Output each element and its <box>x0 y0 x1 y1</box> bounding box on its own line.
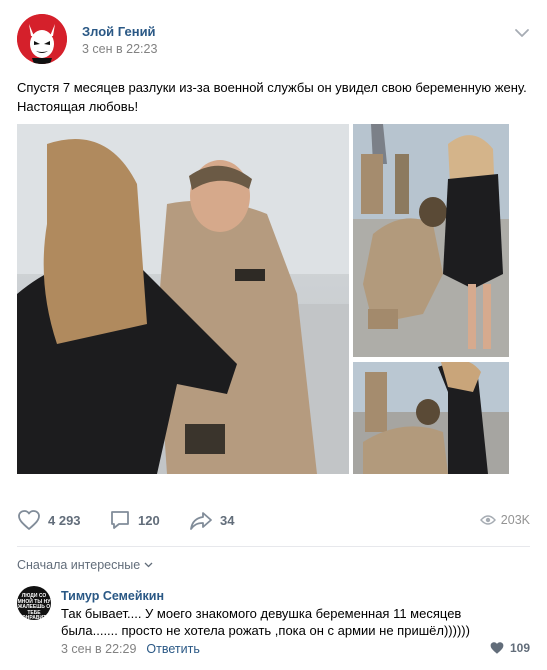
heart-icon <box>18 510 40 530</box>
post-actions: 4 293 120 34 203K <box>17 506 530 534</box>
comment-count: 120 <box>138 512 160 528</box>
share-arrow-icon <box>190 512 212 530</box>
like-count: 4 293 <box>48 512 81 528</box>
eye-icon <box>479 515 496 525</box>
post-photo-main[interactable] <box>17 124 349 474</box>
post-date[interactable]: 3 сен в 22:23 <box>82 42 157 56</box>
photo-top-right-image <box>353 124 509 357</box>
comment-author[interactable]: Тимур Семейкин <box>61 589 164 603</box>
post-text: Спустя 7 месяцев разлуки из-за военной с… <box>17 80 527 114</box>
devil-avatar-icon <box>17 14 67 64</box>
chevron-down-icon <box>144 562 153 568</box>
comment-icon <box>111 511 129 529</box>
community-avatar[interactable] <box>17 14 67 64</box>
photo-bottom-right-image <box>353 362 509 474</box>
share-button[interactable]: 34 <box>189 506 234 534</box>
comment-avatar[interactable]: ЛЮДИ СО МНОЙ ТЫ НУ ЖАЛЕЕШЬ О ТЕБЕ ОНРАВИ… <box>17 586 51 620</box>
comment-reply-button[interactable]: Ответить <box>146 642 199 656</box>
comment-item: ЛЮДИ СО МНОЙ ТЫ НУ ЖАЛЕЕШЬ О ТЕБЕ ОНРАВИ… <box>17 586 530 666</box>
post-photo-bottom-right[interactable] <box>353 362 509 474</box>
post-photo-top-right[interactable] <box>353 124 509 357</box>
comment-text: Так бывает.... У моего знакомого девушка… <box>61 606 470 638</box>
comments-sort-toggle[interactable]: Сначала интересные <box>17 558 153 572</box>
photo-main-image <box>17 124 349 474</box>
comment-avatar-text: ЛЮДИ СО МНОЙ ТЫ НУ ЖАЛЕЕШЬ О ТЕБЕ ОНРАВИ… <box>17 593 51 620</box>
comment-like-button[interactable]: 109 <box>489 641 530 655</box>
heart-icon <box>490 642 504 654</box>
chevron-down-icon[interactable] <box>514 28 530 38</box>
author-name[interactable]: Злой Гений <box>82 24 156 39</box>
comment-button[interactable]: 120 <box>109 506 160 534</box>
comment-like-count: 109 <box>509 641 530 655</box>
comment-date[interactable]: 3 сен в 22:29 <box>61 642 136 656</box>
divider <box>17 546 530 547</box>
views-counter: 203K <box>479 506 530 534</box>
comments-sort-label: Сначала интересные <box>17 558 141 572</box>
share-count: 34 <box>220 512 235 528</box>
like-button[interactable]: 4 293 <box>17 506 81 534</box>
views-count: 203K <box>500 513 530 527</box>
comment-meta: 3 сен в 22:29 Ответить <box>61 642 200 656</box>
post-header: Злой Гений 3 сен в 22:23 <box>17 14 530 64</box>
